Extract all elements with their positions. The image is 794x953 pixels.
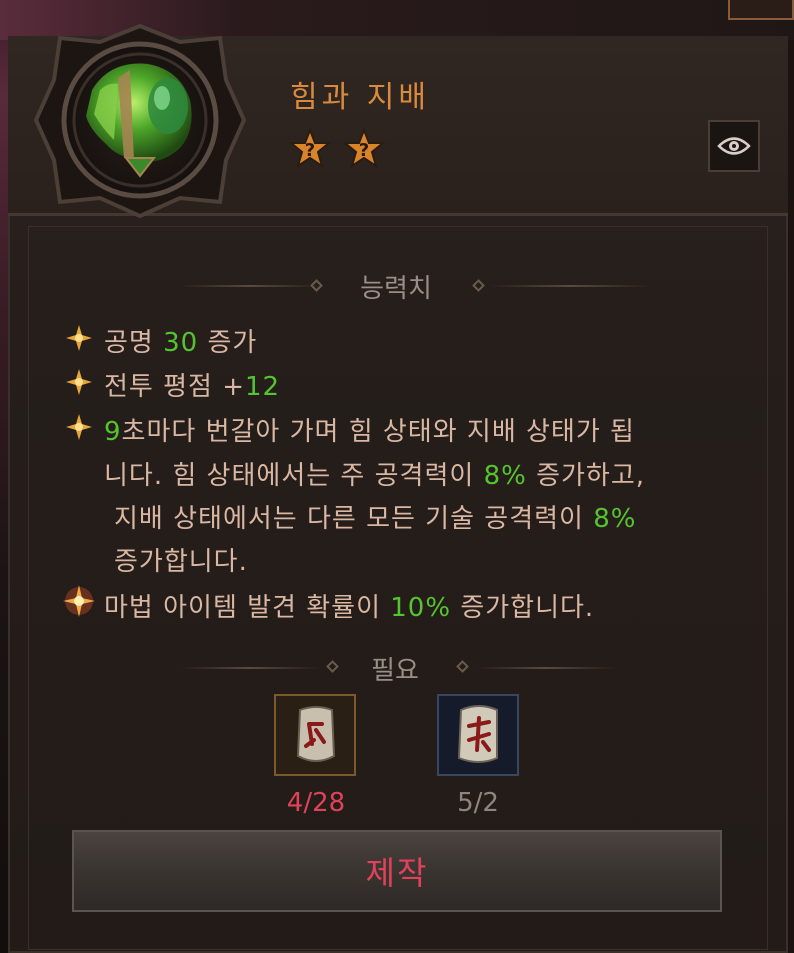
effect-text: 증가하고, xyxy=(526,461,646,491)
quality-stars: ? ? xyxy=(288,128,386,168)
stat-prefix: 공명 xyxy=(104,328,164,358)
stats-heading: 능력치 xyxy=(360,274,432,304)
effect-line-2: 니다. 힘 상태에서는 주 공격력이 8% 증가하고, xyxy=(104,455,645,492)
effect-value: 8% xyxy=(483,461,527,491)
stat-prefix: 마법 아이템 발견 확률이 xyxy=(104,593,391,623)
star-label: ? xyxy=(359,140,369,161)
stat-value: 10% xyxy=(390,593,452,623)
rune-stone-icon xyxy=(296,706,336,762)
rune-stone-icon xyxy=(457,705,498,763)
effect-line-3: 지배 상태에서는 다른 모든 기술 공격력이 8% xyxy=(114,498,636,535)
rune-slot-2[interactable] xyxy=(437,694,519,776)
stat-magic-find: 마법 아이템 발견 확률이 10% 증가합니다. xyxy=(104,587,594,624)
magic-bullet-icon xyxy=(63,585,95,617)
effect-line-1: 9초마다 번갈아 가며 힘 상태와 지배 상태가 됩 xyxy=(104,411,635,448)
unknown-star-icon: ? xyxy=(288,128,332,168)
item-gem-icon xyxy=(33,23,247,219)
effect-value: 9 xyxy=(104,417,122,447)
stat-prefix: 전투 평점 + xyxy=(104,372,245,402)
stat-bullet-icon xyxy=(66,325,92,351)
background-frame-corner xyxy=(728,0,794,20)
requirements-heading: 필요 xyxy=(371,656,419,686)
stat-value: 12 xyxy=(245,372,281,402)
unknown-star-icon: ? xyxy=(342,128,386,168)
effect-text: 지배 상태에서는 다른 모든 기술 공격력이 xyxy=(114,504,594,534)
section-divider-right xyxy=(490,285,650,287)
stat-resonance: 공명 30 증가 xyxy=(104,322,257,359)
stat-suffix: 증가합니다. xyxy=(451,593,595,623)
section-divider-right xyxy=(476,667,616,669)
effect-text: 니다. 힘 상태에서는 주 공격력이 xyxy=(104,461,484,491)
star-label: ? xyxy=(305,140,315,161)
rune-slot-1[interactable] xyxy=(274,694,356,776)
stat-combat-rating: 전투 평점 +12 xyxy=(104,366,280,403)
effect-line-4: 증가합니다. xyxy=(114,547,248,577)
stat-value: 30 xyxy=(163,328,199,358)
item-title: 힘과 지배 xyxy=(290,80,430,115)
stat-bullet-icon xyxy=(66,369,92,395)
section-divider-left xyxy=(180,285,320,287)
craft-button-label: 제작 xyxy=(365,854,429,892)
craft-button[interactable]: 제작 xyxy=(72,830,722,912)
eye-icon xyxy=(717,137,751,155)
rune-count-2: 5/2 xyxy=(457,788,499,818)
section-divider-left xyxy=(180,667,320,669)
effect-value: 8% xyxy=(593,504,637,534)
rune-count-1: 4/28 xyxy=(286,788,346,818)
preview-button[interactable] xyxy=(708,120,760,172)
stat-suffix: 증가 xyxy=(198,328,258,358)
stat-bullet-icon xyxy=(66,414,92,440)
effect-text: 초마다 번갈아 가며 힘 상태와 지배 상태가 됩 xyxy=(121,417,635,447)
